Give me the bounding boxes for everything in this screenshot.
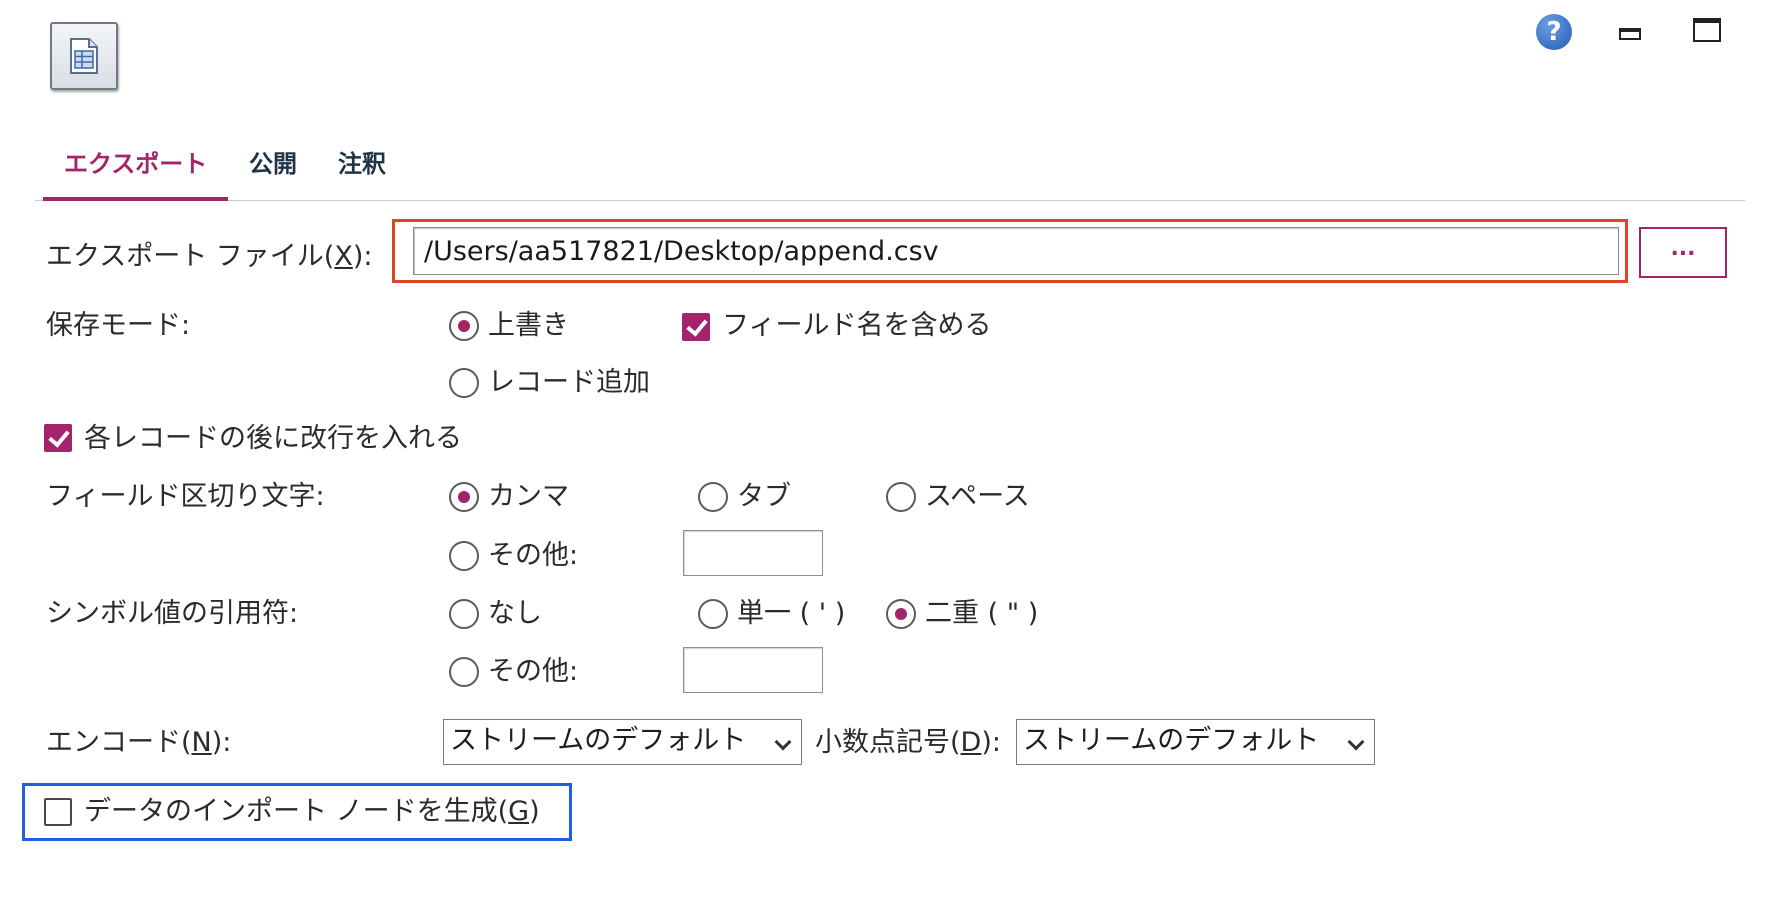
tab-divider (35, 200, 1745, 201)
help-icon[interactable]: ? (1536, 14, 1572, 50)
quote-other-input[interactable] (683, 647, 823, 693)
radio-overwrite-label: 上書き (488, 310, 569, 341)
newline-after-record-checkbox[interactable] (44, 424, 72, 452)
symbol-quotes-label: シンボル値の引用符: (46, 598, 299, 629)
encoding-select[interactable]: ストリームのデフォルト (443, 719, 802, 765)
radio-overwrite[interactable] (449, 311, 479, 341)
browse-button[interactable]: ... (1639, 227, 1727, 278)
tab-export[interactable]: エクスポート (64, 148, 207, 180)
radio-delimiter-space-label: スペース (925, 481, 1030, 512)
radio-delimiter-other-label: その他: (488, 540, 579, 571)
generate-import-node-checkbox[interactable] (44, 798, 72, 826)
active-tab-indicator (43, 197, 228, 201)
radio-delimiter-tab[interactable] (698, 482, 728, 512)
minimize-icon[interactable] (1619, 28, 1641, 40)
include-field-names-checkbox[interactable] (682, 313, 710, 341)
radio-append-records[interactable] (449, 368, 479, 398)
table-document-icon (50, 22, 118, 90)
encoding-label: エンコード(N): (46, 727, 232, 758)
field-delimiter-label: フィールド区切り文字: (46, 481, 325, 512)
delimiter-other-input[interactable] (683, 530, 823, 576)
save-mode-label: 保存モード: (46, 310, 191, 341)
radio-quote-none[interactable] (449, 599, 479, 629)
decimal-symbol-label: 小数点記号(D): (815, 727, 1001, 758)
export-file-input[interactable] (413, 227, 1619, 275)
radio-quote-none-label: なし (488, 598, 542, 629)
maximize-icon[interactable] (1693, 18, 1721, 42)
decimal-symbol-select[interactable]: ストリームのデフォルト (1016, 719, 1375, 765)
radio-delimiter-other[interactable] (449, 541, 479, 571)
radio-quote-single-label: 単一 ( ' ) (737, 598, 846, 629)
decimal-symbol-select-value: ストリームのデフォルト (1023, 725, 1320, 756)
export-file-label: エクスポート ファイル(X): (46, 241, 373, 272)
radio-delimiter-comma-label: カンマ (488, 481, 569, 512)
radio-delimiter-space[interactable] (886, 482, 916, 512)
tab-publish[interactable]: 公開 (249, 148, 297, 180)
chevron-down-icon (774, 733, 792, 751)
radio-delimiter-comma[interactable] (449, 482, 479, 512)
radio-quote-other-label: その他: (488, 656, 579, 687)
radio-quote-double[interactable] (886, 599, 916, 629)
encoding-select-value: ストリームのデフォルト (450, 725, 747, 756)
generate-import-node-label: データのインポート ノードを生成(G) (84, 796, 540, 827)
include-field-names-label: フィールド名を含める (722, 310, 992, 341)
radio-quote-other[interactable] (449, 657, 479, 687)
radio-append-records-label: レコード追加 (488, 367, 650, 398)
radio-quote-double-label: 二重 ( " ) (925, 598, 1039, 629)
tab-annotation[interactable]: 注釈 (338, 148, 386, 180)
radio-quote-single[interactable] (698, 599, 728, 629)
table-document-glyph (70, 38, 98, 74)
radio-delimiter-tab-label: タブ (737, 481, 791, 512)
newline-after-record-label: 各レコードの後に改行を入れる (84, 423, 462, 454)
chevron-down-icon (1347, 733, 1365, 751)
